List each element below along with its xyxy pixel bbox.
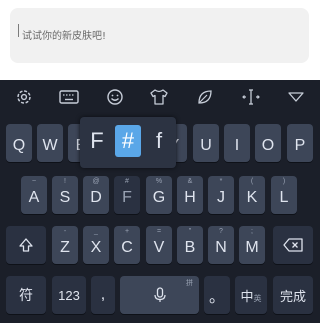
key-n-label: N <box>215 239 227 256</box>
popup-option-uppercase[interactable]: F <box>84 125 110 157</box>
key-q-label: Q <box>12 137 26 154</box>
space-key-hint: 拼 <box>186 279 193 287</box>
key-j[interactable]: * J <box>208 176 234 214</box>
key-w[interactable]: W <box>37 124 63 162</box>
key-v-sub: = <box>156 228 162 235</box>
done-key[interactable]: 完成 <box>273 276 313 314</box>
key-x-sub: _ <box>94 228 98 235</box>
key-i[interactable]: I <box>224 124 250 162</box>
key-f-label: F <box>122 189 132 206</box>
key-d-label: D <box>90 189 102 206</box>
key-m-sub: ; <box>251 228 253 235</box>
key-s[interactable]: ! S <box>52 176 78 214</box>
language-key-label: 中 <box>240 289 254 305</box>
key-c-label: C <box>121 239 133 256</box>
key-z[interactable]: -Z <box>52 226 78 264</box>
keyboard-icon[interactable] <box>58 86 80 108</box>
key-f-sub: # <box>125 178 129 185</box>
period-key-label: 。 <box>208 287 225 306</box>
key-popup: F # f <box>80 117 176 168</box>
key-a-label: A <box>28 189 40 206</box>
key-v-label: V <box>153 239 165 256</box>
key-g-sub: % <box>155 178 163 185</box>
key-b[interactable]: " B <box>177 226 203 264</box>
popup-option-symbol[interactable]: # <box>115 125 141 157</box>
key-l[interactable]: ) L <box>271 176 297 214</box>
key-q[interactable]: Q <box>6 124 32 162</box>
key-s-label: S <box>59 189 71 206</box>
key-i-label: I <box>234 137 240 154</box>
key-w-label: W <box>42 137 58 154</box>
popup-option-lowercase[interactable]: f <box>146 125 172 157</box>
key-c-sub: + <box>124 228 130 235</box>
key-g-label: G <box>152 189 166 206</box>
shirt-icon[interactable] <box>148 86 170 108</box>
key-k-sub: ( <box>250 178 254 185</box>
key-m[interactable]: ; M <box>239 226 265 264</box>
cursor-move-icon[interactable] <box>240 86 262 108</box>
numbers-key-label: 123 <box>58 287 80 303</box>
emoji-icon[interactable] <box>104 86 126 108</box>
key-u[interactable]: U <box>193 124 219 162</box>
key-n-sub: ? <box>219 228 223 235</box>
language-switch-key[interactable]: 中英 <box>235 276 267 314</box>
key-o-label: O <box>261 137 275 154</box>
key-z-label: Z <box>60 239 70 256</box>
key-a[interactable]: ~ A <box>21 176 47 214</box>
backspace-icon <box>283 238 303 252</box>
language-key-sub: 英 <box>253 293 262 303</box>
key-b-sub: " <box>188 228 192 235</box>
preview-text: 试试你的新皮肤吧! <box>22 31 107 42</box>
key-x[interactable]: _ X <box>83 226 109 264</box>
collapse-icon[interactable] <box>285 86 307 108</box>
text-caret <box>18 24 19 37</box>
gear-icon[interactable] <box>13 86 35 108</box>
leaf-icon[interactable] <box>194 86 216 108</box>
key-m-label: M <box>245 239 259 256</box>
symbols-key-label: 符 <box>19 288 33 304</box>
key-k-label: K <box>246 189 258 206</box>
key-h-sub: & <box>187 178 193 185</box>
key-u-label: U <box>200 137 212 154</box>
space-key[interactable]: 拼 <box>120 276 199 314</box>
key-h[interactable]: & H <box>177 176 203 214</box>
key-s-sub: ! <box>64 178 66 185</box>
backspace-key[interactable] <box>273 226 313 264</box>
key-a-sub: ~ <box>31 178 37 185</box>
done-key-label: 完成 <box>279 289 306 305</box>
key-z-sub: - <box>63 228 67 235</box>
shift-icon <box>19 238 33 252</box>
symbols-key[interactable]: 符 <box>6 276 46 314</box>
numbers-key[interactable]: 123 <box>52 276 86 314</box>
key-f[interactable]: # F <box>114 176 140 214</box>
key-o[interactable]: O <box>255 124 281 162</box>
period-key[interactable]: 。 <box>204 276 230 314</box>
comma-key[interactable]: , <box>91 276 115 314</box>
microphone-icon <box>153 287 166 302</box>
key-g[interactable]: % G <box>146 176 172 214</box>
key-d[interactable]: @ D <box>83 176 109 214</box>
key-c[interactable]: + C <box>114 226 140 264</box>
key-l-label: L <box>279 189 289 206</box>
key-j-sub: * <box>219 178 223 185</box>
key-x-label: X <box>90 239 102 256</box>
key-v[interactable]: = V <box>146 226 172 264</box>
key-p[interactable]: P <box>287 124 313 162</box>
key-p-label: P <box>294 137 306 154</box>
key-n[interactable]: ? N <box>208 226 234 264</box>
keyboard-toolbar <box>0 80 320 114</box>
key-j-label: J <box>217 189 225 206</box>
key-k[interactable]: (K <box>239 176 265 214</box>
shift-key[interactable] <box>6 226 46 264</box>
key-h-label: H <box>184 189 196 206</box>
key-d-sub: @ <box>92 178 100 185</box>
key-b-label: B <box>184 239 196 256</box>
comma-key-label: , <box>100 286 106 303</box>
key-l-sub: ) <box>282 178 286 185</box>
